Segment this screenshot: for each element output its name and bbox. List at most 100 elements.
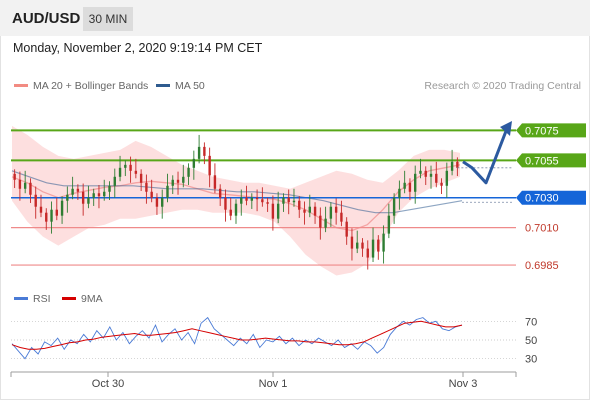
x-axis-tick-label: Oct 30: [92, 378, 124, 390]
candle-body: [356, 242, 359, 249]
level-label: 0.7075: [525, 125, 559, 137]
candle-body: [324, 218, 327, 228]
candle-body: [392, 197, 396, 216]
candle-body: [429, 173, 433, 177]
rsi-tick-label: 70: [525, 316, 537, 328]
x-axis-tick-label: Nov 1: [259, 378, 288, 390]
candle-body: [414, 173, 417, 192]
candle-body: [419, 170, 422, 174]
candle-body: [240, 197, 243, 204]
candle-body: [171, 179, 174, 186]
candle-body: [161, 197, 164, 207]
candle-body: [408, 182, 412, 192]
candle-body: [103, 191, 106, 197]
candle-body: [276, 203, 280, 219]
level-label: 0.7030: [525, 193, 559, 205]
candle-body: [50, 209, 53, 222]
forecast-path: [462, 125, 510, 185]
candle-body: [266, 202, 269, 204]
candle-body: [124, 164, 127, 168]
candle-body: [39, 206, 43, 213]
candle-body: [182, 176, 185, 183]
candle-body: [187, 167, 190, 177]
candle-body: [403, 182, 406, 189]
rsi-tick-label: 30: [525, 354, 537, 366]
candle-body: [129, 164, 132, 171]
candle-body: [23, 182, 27, 189]
candle-body: [55, 209, 58, 216]
candle-body: [345, 221, 348, 237]
candle-body: [308, 206, 311, 213]
candle-body: [113, 176, 116, 186]
level-label: 0.7010: [525, 223, 559, 235]
candle-body: [108, 185, 111, 192]
candle-body: [134, 170, 138, 174]
candle-body: [197, 146, 201, 159]
candle-body: [313, 206, 317, 216]
candle-body: [92, 193, 95, 198]
candle-body: [218, 188, 222, 198]
candle-body: [435, 173, 438, 183]
rsi-line: [11, 316, 463, 360]
candle-body: [377, 239, 380, 252]
candle-body: [176, 179, 180, 183]
candle-body: [350, 236, 354, 249]
candle-body: [398, 188, 401, 198]
candle-body: [13, 173, 16, 180]
candle-body: [292, 200, 296, 203]
candle-body: [329, 206, 333, 219]
candle-body: [208, 155, 211, 176]
candle-body: [234, 203, 238, 216]
candle-body: [250, 197, 254, 201]
candle-body: [71, 188, 74, 195]
candle-body: [298, 200, 301, 210]
candle-body: [87, 197, 90, 204]
candle-body: [271, 203, 275, 219]
candle-body: [229, 209, 232, 216]
candle-body: [66, 194, 69, 201]
candle-body: [97, 193, 101, 197]
candle-body: [45, 212, 48, 222]
candle-body: [287, 197, 290, 203]
candle-body: [155, 197, 159, 207]
candle-body: [192, 158, 196, 168]
candle-body: [139, 173, 143, 183]
candle-body: [319, 215, 322, 228]
candle-body: [361, 242, 364, 249]
candle-body: [224, 197, 227, 210]
price-chart: 0.7075 0.7055 0.7030 0.7010 0.6985 70 50 30 Oct …: [10, 120, 586, 390]
candle-body: [81, 191, 85, 204]
level-label: 0.7055: [525, 155, 559, 167]
candle-body: [255, 197, 259, 200]
level-label: 0.6985: [525, 260, 559, 272]
x-axis-tick-label: Nov 3: [449, 378, 478, 390]
candle-body: [282, 197, 285, 204]
candle-body: [34, 194, 37, 207]
candle-body: [366, 248, 369, 258]
candle-body: [382, 233, 385, 252]
candle-body: [213, 175, 217, 189]
candle-body: [424, 170, 427, 177]
candle-body: [440, 182, 443, 186]
candle-body: [29, 182, 32, 195]
rsi-9ma-line: [11, 320, 463, 350]
candle-body: [261, 199, 264, 203]
candle-body: [371, 239, 375, 258]
candle-body: [145, 182, 148, 192]
candle-body: [118, 167, 122, 177]
candle-body: [456, 161, 459, 168]
candle-body: [245, 197, 248, 201]
candle-body: [150, 191, 153, 198]
candle-body: [334, 206, 338, 213]
candle-body: [166, 185, 169, 198]
candle-body: [18, 179, 22, 189]
candle-body: [60, 200, 64, 216]
rsi-tick-label: 50: [525, 335, 537, 347]
candle-body: [340, 212, 343, 222]
candle-body: [445, 170, 449, 186]
candle-body: [450, 161, 454, 171]
candle-body: [387, 215, 391, 234]
candle-body: [76, 188, 80, 192]
candle-body: [303, 209, 306, 213]
candle-body: [203, 146, 206, 156]
